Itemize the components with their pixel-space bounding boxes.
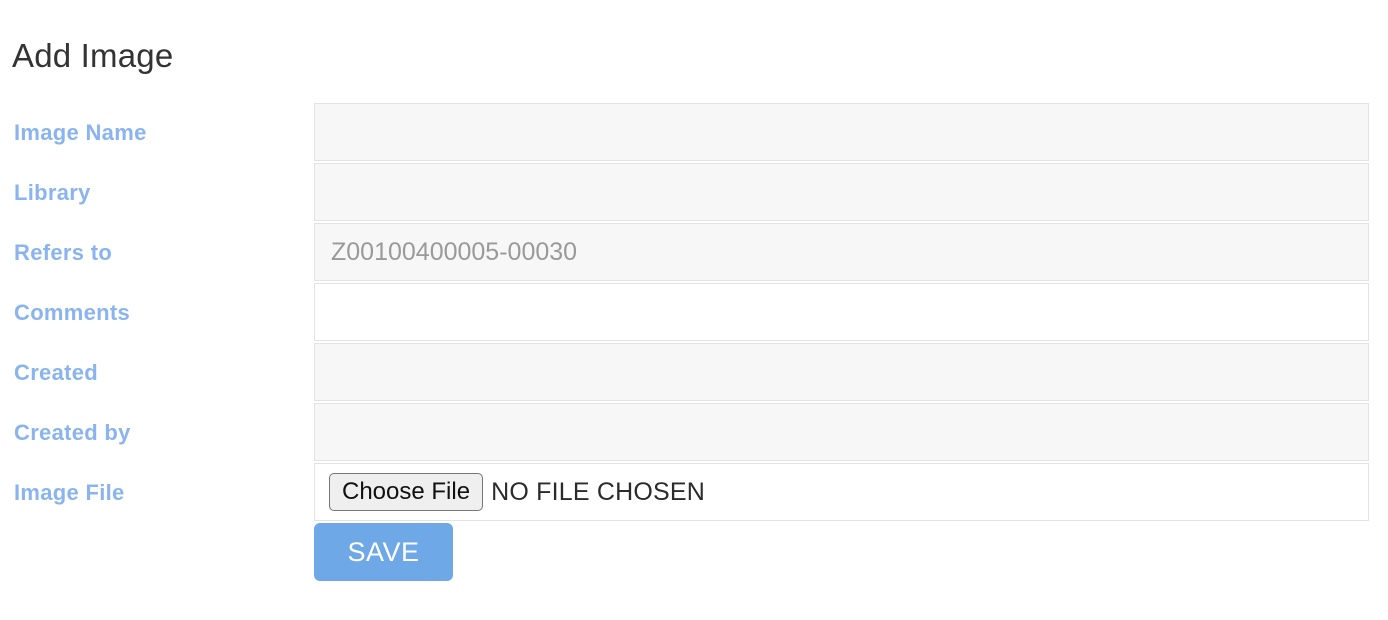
- page-title: Add Image: [12, 37, 174, 75]
- form-row-library: Library: [0, 163, 1388, 223]
- add-image-page: Add Image Image Name Library Refers to C…: [0, 0, 1388, 620]
- comments-input[interactable]: [314, 283, 1369, 341]
- created-by-input[interactable]: [314, 403, 1369, 461]
- field-wrap-library: [314, 163, 1369, 221]
- field-wrap-image-name: [314, 103, 1369, 161]
- field-wrap-refers-to: [314, 223, 1369, 281]
- label-created: Created: [14, 360, 99, 385]
- save-button[interactable]: SAVE: [314, 523, 453, 581]
- form-row-created: Created: [0, 343, 1388, 403]
- form-row-refers-to: Refers to: [0, 223, 1388, 283]
- form-row-created-by: Created by: [0, 403, 1388, 463]
- label-comments: Comments: [14, 300, 131, 325]
- field-wrap-created-by: [314, 403, 1369, 461]
- created-input[interactable]: [314, 343, 1369, 401]
- add-image-form: Image Name Library Refers to Comments: [0, 103, 1388, 523]
- file-status-text: NO FILE CHOSEN: [491, 477, 706, 506]
- choose-file-button[interactable]: Choose File: [329, 473, 484, 511]
- form-row-image-file: Image File Choose File NO FILE CHOSEN: [0, 463, 1388, 523]
- label-image-name: Image Name: [14, 120, 147, 145]
- library-input[interactable]: [314, 163, 1369, 221]
- image-name-input[interactable]: [314, 103, 1369, 161]
- form-row-image-name: Image Name: [0, 103, 1388, 163]
- field-wrap-comments: [314, 283, 1369, 341]
- label-image-file: Image File: [14, 480, 125, 505]
- save-row: SAVE: [314, 523, 453, 581]
- form-row-comments: Comments: [0, 283, 1388, 343]
- label-created-by: Created by: [14, 420, 131, 445]
- refers-to-input[interactable]: [314, 223, 1369, 281]
- field-wrap-image-file: Choose File NO FILE CHOSEN: [314, 463, 1369, 521]
- label-library: Library: [14, 180, 91, 205]
- label-refers-to: Refers to: [14, 240, 113, 265]
- image-file-input[interactable]: Choose File NO FILE CHOSEN: [314, 463, 1369, 521]
- field-wrap-created: [314, 343, 1369, 401]
